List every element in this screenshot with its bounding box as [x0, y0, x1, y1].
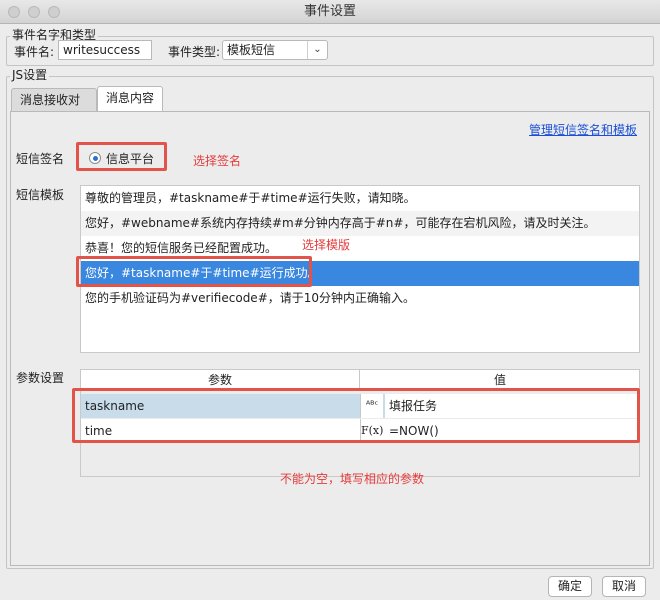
- js-group-title: JS设置: [10, 66, 50, 83]
- zoom-window-icon[interactable]: [48, 6, 60, 18]
- params-label: 参数设置: [16, 371, 65, 385]
- event-type-select[interactable]: 模板短信 ⌄: [222, 40, 328, 60]
- template-annotation: 选择模版: [302, 238, 351, 252]
- ok-button[interactable]: 确定: [548, 576, 592, 597]
- template-list[interactable]: 尊敬的管理员，#taskname#于#time#运行失败，请知晓。 您好，#we…: [80, 185, 640, 353]
- params-table-header: 参数 值: [81, 370, 639, 390]
- cancel-button[interactable]: 取消: [602, 576, 646, 597]
- param-value-input[interactable]: =NOW(): [385, 419, 639, 443]
- chevron-down-icon: ⌄: [307, 41, 327, 59]
- table-row: time F(x) =NOW(): [81, 419, 639, 443]
- event-type-value: 模板短信: [227, 43, 276, 57]
- formula-icon[interactable]: F(x): [361, 419, 383, 443]
- signature-option-label[interactable]: 信息平台: [106, 150, 154, 167]
- signature-radio[interactable]: [89, 152, 101, 164]
- param-name: time: [81, 419, 361, 443]
- event-type-label: 事件类型:: [168, 45, 221, 59]
- manage-signature-template-link[interactable]: 管理短信签名和模板: [529, 121, 637, 138]
- params-col-name-header: 参数: [81, 370, 360, 390]
- signature-annotation: 选择签名: [193, 154, 242, 168]
- tab-message-content[interactable]: 消息内容: [97, 86, 163, 111]
- param-value-input[interactable]: 填报任务: [385, 394, 639, 418]
- param-name: taskname: [81, 394, 361, 418]
- template-item[interactable]: 恭喜！您的短信服务已经配置成功。: [81, 236, 639, 261]
- abc-text-icon[interactable]: ᴬᴮᶜ: [361, 394, 383, 418]
- params-col-value-header: 值: [493, 373, 506, 387]
- event-name-label: 事件名:: [14, 45, 55, 59]
- minimize-window-icon[interactable]: [28, 6, 40, 18]
- window-title: 事件设置: [303, 4, 356, 19]
- template-label: 短信模板: [16, 188, 65, 202]
- radio-selected-dot: [93, 156, 98, 161]
- template-item-selected[interactable]: 您好，#taskname#于#time#运行成功。: [81, 261, 639, 286]
- close-window-icon[interactable]: [8, 6, 20, 18]
- template-item[interactable]: 尊敬的管理员，#taskname#于#time#运行失败，请知晓。: [81, 186, 639, 211]
- tab-message-recipients[interactable]: 消息接收对象: [11, 88, 97, 129]
- template-item[interactable]: 您好，#webname#系统内存持续#m#分钟内存高于#n#，可能存在宕机风险，…: [81, 211, 639, 236]
- params-table: 参数 值 taskname ᴬᴮᶜ 填报任务 time F(x) =NOW(): [80, 369, 640, 477]
- signature-label: 短信签名: [16, 152, 65, 166]
- table-row: taskname ᴬᴮᶜ 填报任务: [81, 394, 639, 418]
- params-annotation: 不能为空，填写相应的参数: [280, 472, 425, 486]
- window-titlebar: 事件设置: [0, 0, 660, 24]
- template-item[interactable]: 您的手机验证码为#verifiecode#，请于10分钟内正确输入。: [81, 286, 639, 311]
- event-name-field[interactable]: writesuccess: [58, 40, 152, 60]
